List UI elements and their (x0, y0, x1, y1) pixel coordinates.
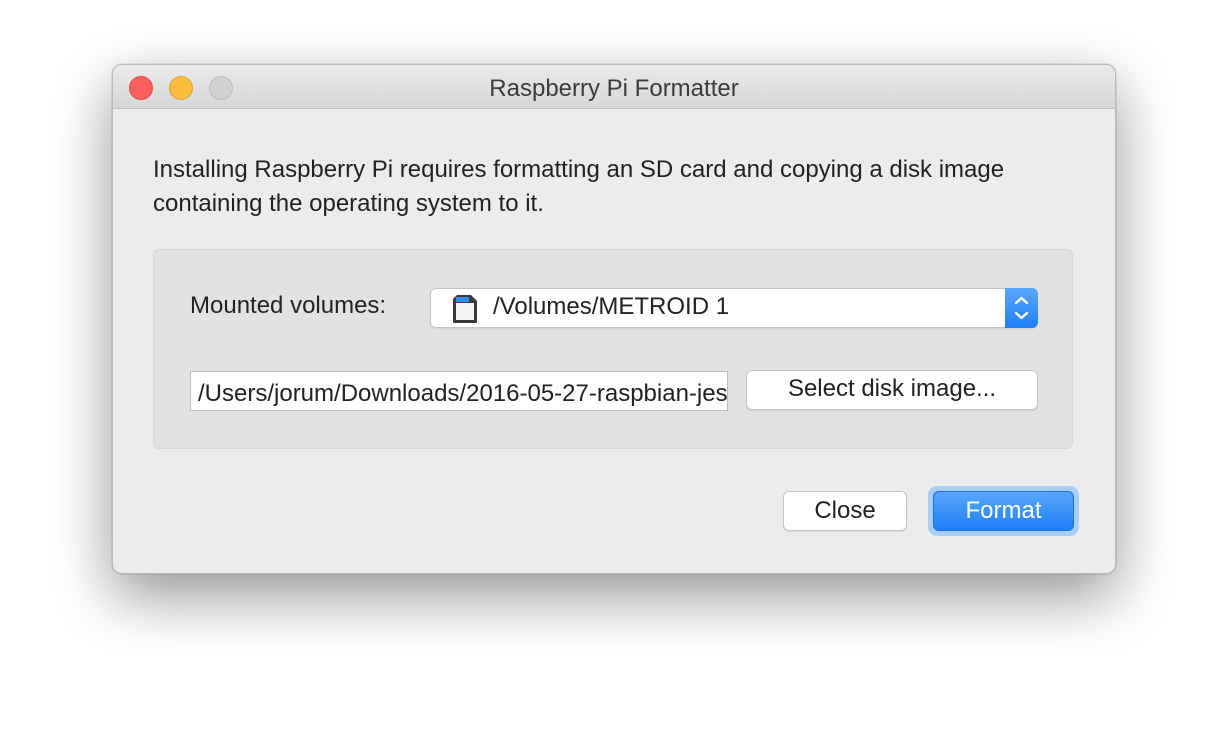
selected-volume: /Volumes/METROID 1 (493, 293, 730, 320)
formatter-window: Raspberry Pi Formatter Installing Raspbe… (112, 64, 1116, 574)
format-button[interactable]: Format (933, 491, 1074, 531)
intro-text: Installing Raspberry Pi requires formatt… (153, 156, 1005, 217)
mounted-volumes-label: Mounted volumes: (190, 292, 387, 319)
settings-panel: Mounted volumes: /Volumes/METROID 1 Sele… (153, 249, 1073, 449)
disk-image-path-field[interactable] (190, 371, 728, 411)
popup-chevrons[interactable] (1005, 288, 1038, 328)
select-disk-image-button[interactable]: Select disk image... (746, 370, 1038, 410)
title-bar[interactable]: Raspberry Pi Formatter (113, 65, 1115, 109)
mounted-volumes-popup[interactable]: /Volumes/METROID 1 (430, 288, 1038, 328)
close-button[interactable]: Close (783, 491, 907, 531)
chevron-up-down-icon (1014, 296, 1029, 320)
window-title: Raspberry Pi Formatter (489, 75, 739, 102)
sd-card-icon (453, 295, 477, 323)
